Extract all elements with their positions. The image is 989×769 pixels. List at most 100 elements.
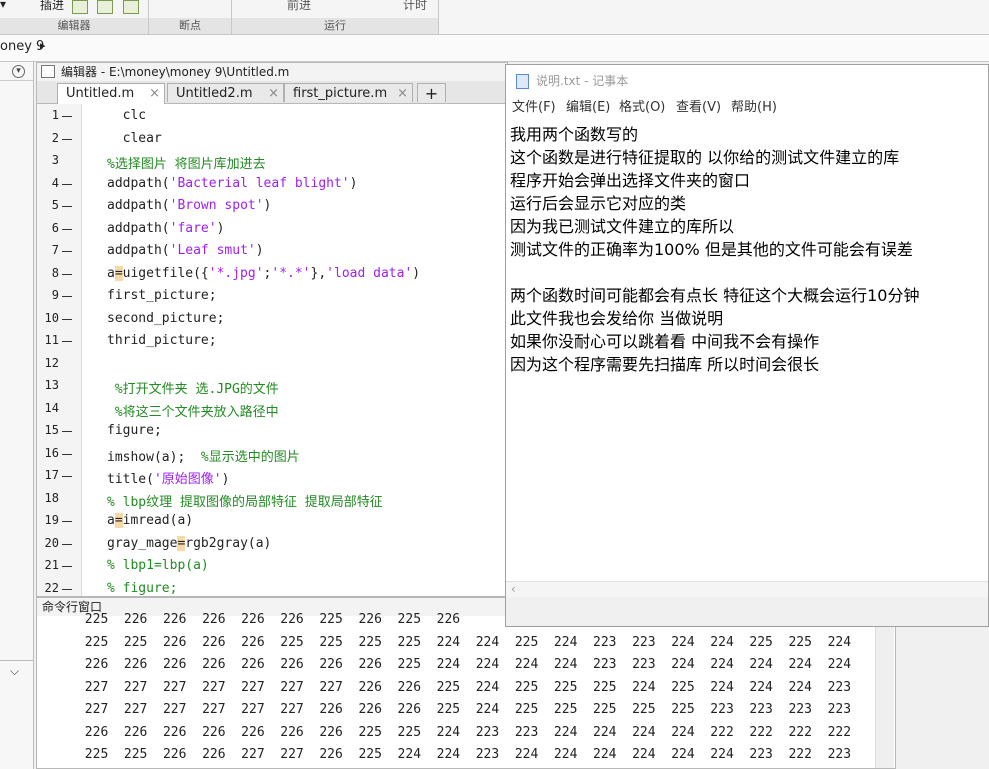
tab-untitled[interactable]: Untitled.m × [57,83,165,104]
code-line[interactable]: addpath('Leaf smut') [107,243,264,258]
output-value: 227 [241,702,265,717]
output-value: 225 [788,634,812,650]
code-line[interactable]: addpath('Brown spot') [107,198,271,213]
code-line[interactable]: clear [107,131,162,146]
command-output[interactable]: 225 226 226 226 226 226 225 226 225 226 225 225 226 2… [37,612,873,768]
output-value: 226 [202,634,226,650]
code-line[interactable]: addpath('Bacterial leaf blight') [107,176,357,191]
output-row: 225 226 226 226 226 226 225 226 225 226 [77,612,468,627]
code-line[interactable]: %打开文件夹 选.JPG的文件 [107,378,279,397]
output-value: 224 [827,657,852,672]
output-value: 224 [475,657,500,672]
tab-label: Untitled2.m [176,86,253,101]
notepad-line: 程序开始会弹出选择文件夹的窗口 [510,171,751,190]
output-value: 224 [710,657,734,672]
output-value: 226 [319,724,343,740]
output-value: 225 [593,702,617,717]
output-value: 223 [710,702,734,717]
close-icon[interactable]: × [149,84,160,103]
output-value: 226 [280,724,304,740]
output-row: 227 227 227 227 227 227 227 226 226 225 224 225 225 2… [77,680,859,695]
tab-untitled2[interactable]: Untitled2.m × [167,83,284,102]
notepad-line: 我用两个函数写的 [510,125,639,144]
notepad-titlebar[interactable]: 说明.txt - 记事本 [506,65,988,97]
output-value: 222 [788,724,812,740]
tab-first-picture[interactable]: first_picture.m × [284,83,413,102]
output-value: 225 [397,634,422,650]
vertical-scrollbar[interactable] [875,616,894,768]
notepad-line: 测试文件的正确率为100% 但是其他的文件可能会有误差 [510,240,913,259]
output-value: 225 [84,747,109,762]
step-icon[interactable] [97,0,113,14]
dropdown-arrow-icon[interactable]: ▾ [0,0,6,11]
code-line[interactable]: % lbp1=lbp(a) [107,558,209,573]
output-value: 225 [319,612,343,627]
output-value: 226 [358,612,382,627]
code-line[interactable]: second_picture; [107,311,224,326]
output-value: 225 [123,747,148,762]
output-value: 224 [514,747,539,762]
path-separator-icon: ▸ [40,39,46,52]
code-line[interactable]: % lbp纹理 提取图像的局部特征 提取局部特征 [107,491,383,510]
code-line[interactable]: thrid_picture; [107,333,217,348]
output-value: 226 [319,657,343,672]
code-line[interactable]: first_picture; [107,288,217,303]
output-value: 227 [319,679,343,695]
output-value: 225 [593,679,617,695]
output-value: 225 [358,747,382,762]
output-value: 223 [827,702,852,717]
code-line[interactable]: a=imread(a) [107,513,193,528]
code-line[interactable]: title('原始图像') [107,468,229,487]
output-value: 226 [123,724,148,740]
menu-file[interactable]: 文件(F) [512,97,556,119]
code-line[interactable]: clc [107,108,147,123]
code-area[interactable]: clc clear %选择图片 将图片库加进去 addpath('Bacterial… [37,104,507,596]
timing-button-label[interactable]: 计时 [403,0,427,13]
notepad-line: 两个函数时间可能都会有点长 特征这个大概会运行10分钟 [510,286,920,305]
add-tab-button[interactable]: + [417,83,446,103]
output-row: 226 226 226 226 226 226 226 226 225 224 224 224 224 2… [77,657,859,672]
code-line[interactable]: a=uigetfile({'*.jpg';'*.*'},'load data') [107,265,420,281]
code-line[interactable]: gray_mage=rgb2gray(a) [107,535,271,551]
address-bar[interactable]: oney 9 ▸ [0,35,989,62]
menu-help[interactable]: 帮助(H) [731,97,777,119]
code-line[interactable]: addpath('fare') [107,221,224,236]
menu-format[interactable]: 格式(O) [619,97,665,119]
step-in-icon[interactable] [123,0,139,14]
output-value: 226 [123,612,148,627]
output-value: 227 [84,679,109,695]
output-value: 226 [280,657,304,672]
output-value: 227 [280,747,304,762]
output-value: 225 [358,724,382,740]
close-icon[interactable]: × [268,84,279,103]
output-value: 225 [397,612,422,627]
output-value: 224 [436,657,461,672]
output-value: 224 [788,679,812,695]
forward-button-label[interactable]: 前进 [287,0,311,13]
output-value: 226 [319,747,343,762]
code-line[interactable]: % figure; [107,581,177,596]
code-line[interactable]: figure; [107,423,162,438]
horizontal-scrollbar[interactable]: ‹ [506,581,988,598]
output-value: 226 [202,612,226,627]
menu-edit[interactable]: 编辑(E) [566,97,610,119]
chevron-down-icon[interactable]: ⌵ [10,664,19,679]
scroll-left-icon[interactable]: ‹ [511,582,516,596]
panel-menu-icon[interactable]: ▾ [12,65,25,78]
path-segment[interactable]: oney 9 [0,39,44,54]
code-line[interactable]: imshow(a); %显示选中的图片 [107,446,300,465]
output-value: 227 [123,679,148,695]
notepad-text-area[interactable]: 我用两个函数写的 这个函数是进行特征提取的 以你给的测试文件建立的库 程序开始会弹出… [506,121,988,581]
output-value: 226 [202,747,226,762]
menu-view[interactable]: 查看(V) [676,97,721,119]
debug-button-label[interactable]: 插进 [40,0,64,13]
code-line[interactable]: %选择图片 将图片库加进去 [107,153,266,172]
close-icon[interactable]: × [397,84,408,103]
run-section-icon[interactable] [72,0,88,14]
notepad-line: 此文件我也会发给你 当做说明 [510,309,724,328]
output-value: 224 [632,679,656,695]
output-value: 225 [436,679,461,695]
code-line[interactable]: %将这三个文件夹放入路径中 [107,401,279,420]
notepad-status-area [506,597,988,626]
output-value: 226 [358,702,382,717]
